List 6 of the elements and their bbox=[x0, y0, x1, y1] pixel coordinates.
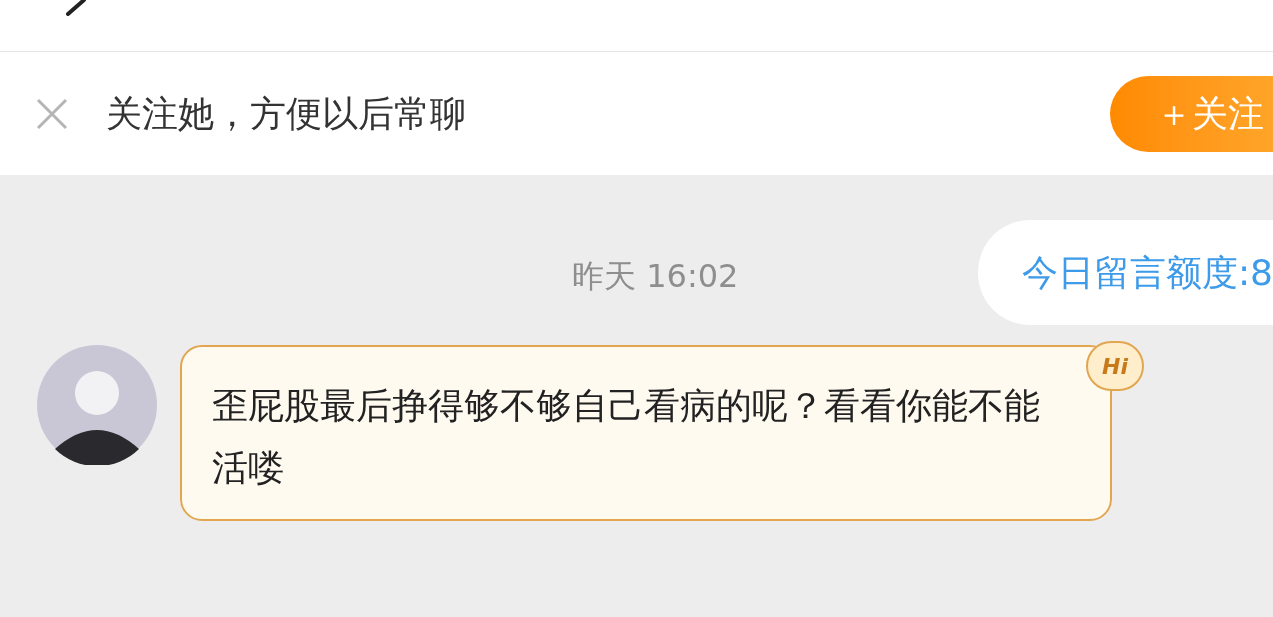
quota-bubble: 今日留言额度:8 bbox=[977, 220, 1273, 325]
avatar-icon bbox=[37, 345, 157, 465]
follow-button[interactable]: ＋关注 bbox=[1110, 75, 1273, 152]
message-time: 昨天 16:02 bbox=[572, 256, 739, 296]
hi-badge: Hi bbox=[1086, 341, 1144, 391]
follow-prompt: 关注她，方便以后常聊 bbox=[106, 91, 466, 136]
